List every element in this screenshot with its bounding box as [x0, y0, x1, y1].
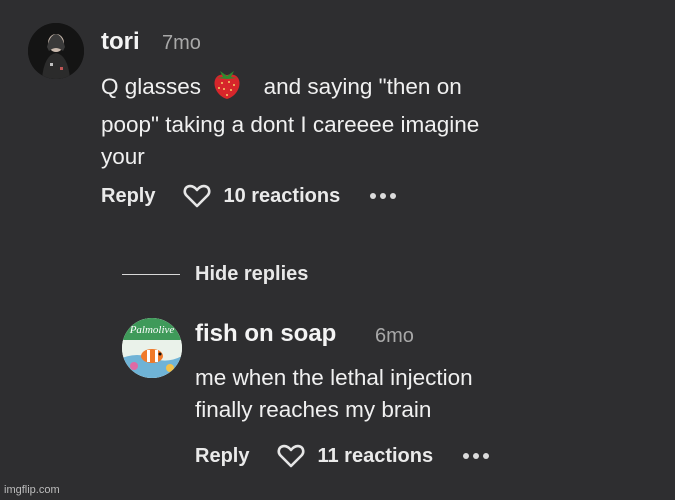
heart-icon[interactable]	[277, 444, 305, 468]
comment-username[interactable]: tori	[101, 28, 140, 56]
comment-line-1-start: Q glasses	[101, 74, 202, 99]
comment-text: Q glasses and saying "then on poop" taki…	[101, 66, 479, 173]
heart-icon[interactable]	[183, 184, 211, 208]
reply-text: me when the lethal injection finally rea…	[195, 362, 473, 426]
comment-line-2: poop" taking a dont I careeee imagine	[101, 112, 480, 137]
hide-replies-button[interactable]: Hide replies	[195, 263, 308, 286]
comment-line-1: Q glasses and saying "then on	[101, 66, 479, 109]
comment-line-1-end: and saying "then on	[263, 74, 462, 99]
comment-actions: Reply 10 reactions	[101, 184, 397, 208]
reply-button[interactable]: Reply	[101, 185, 155, 208]
reply-line-2: finally reaches my brain	[195, 397, 432, 422]
reply-avatar-image: Palmolive	[122, 318, 182, 378]
more-icon[interactable]	[370, 193, 397, 199]
comment-time: 7mo	[162, 32, 201, 54]
reply-time: 6mo	[375, 325, 414, 347]
comment-line-3: your	[101, 144, 145, 169]
avatar-image	[28, 23, 84, 79]
reply-actions: Reply 11 reactions	[195, 444, 490, 468]
reply-avatar[interactable]: Palmolive	[122, 318, 182, 378]
reply-reply-button[interactable]: Reply	[195, 445, 249, 468]
more-icon[interactable]	[463, 453, 490, 459]
watermark: imgflip.com	[4, 484, 60, 496]
avatar[interactable]	[28, 23, 84, 79]
reply-line-1: me when the lethal injection	[195, 365, 473, 390]
reply-username[interactable]: fish on soap	[195, 320, 336, 348]
strawberry-emoji	[211, 66, 243, 109]
avatar-logo-text: Palmolive	[129, 324, 175, 336]
reactions-count[interactable]: 10 reactions	[223, 185, 340, 208]
divider	[122, 274, 180, 275]
reply-reactions-count[interactable]: 11 reactions	[317, 445, 433, 468]
